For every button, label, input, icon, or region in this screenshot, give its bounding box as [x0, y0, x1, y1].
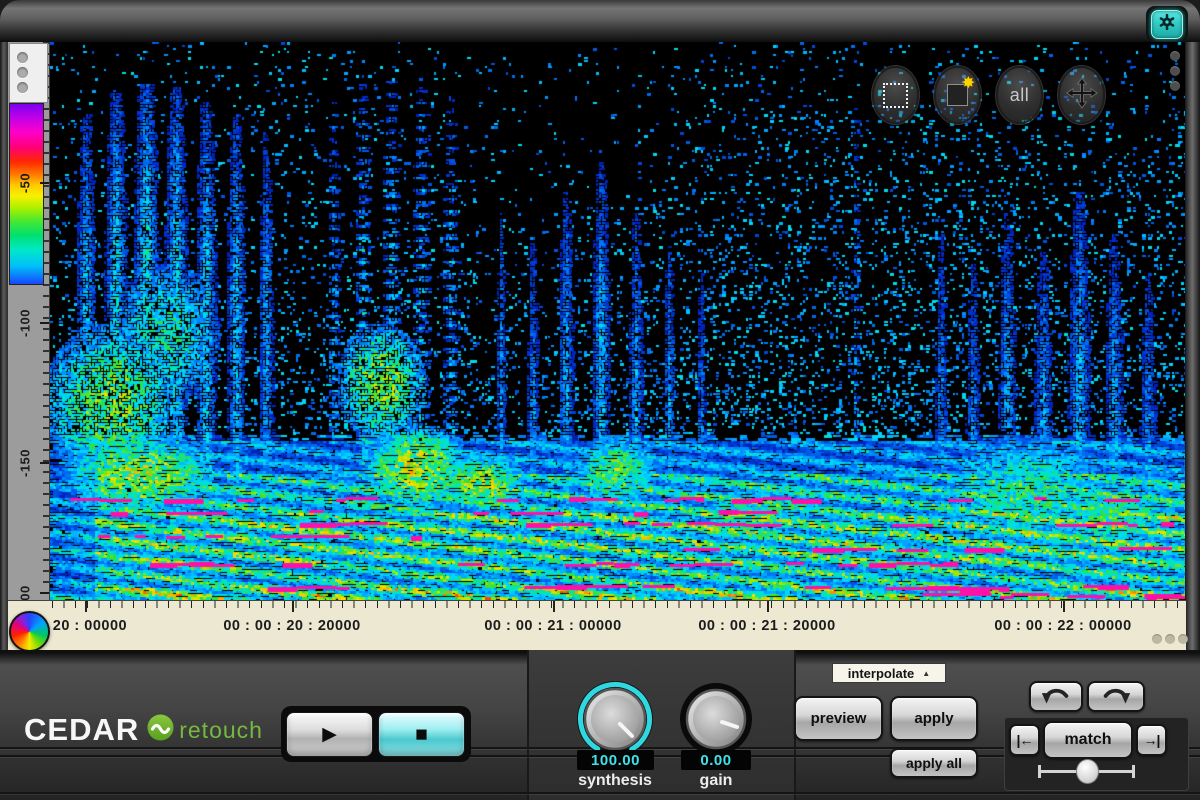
- time-axis-ticks: [52, 601, 1186, 608]
- ruler-drag-dots[interactable]: [17, 52, 28, 93]
- play-icon: ▶: [322, 725, 337, 744]
- match-button[interactable]: match: [1043, 721, 1133, 759]
- stop-icon: ■: [415, 724, 428, 745]
- previous-marker-button[interactable]: |←: [1009, 724, 1040, 756]
- time-label: 00 : 00 : 22 : 00000: [994, 618, 1131, 634]
- match-slider-thumb[interactable]: [1076, 759, 1099, 784]
- color-wheel[interactable]: [9, 611, 50, 652]
- brand-product: retouch: [179, 717, 263, 744]
- redo-button[interactable]: [1087, 681, 1145, 712]
- time-label: 00 : 00 : 20 : 20000: [223, 618, 360, 634]
- move-cross-icon: [1066, 77, 1098, 114]
- db-major-tick: [40, 322, 49, 324]
- right-frame: [1186, 42, 1200, 652]
- time-major-tick: [1063, 601, 1065, 612]
- triangle-up-icon: ▲: [922, 669, 930, 678]
- gear-icon: [1157, 12, 1177, 37]
- dotted-square-icon: [883, 83, 908, 108]
- undo-button[interactable]: [1029, 681, 1083, 712]
- time-strip-drag-dots[interactable]: [1152, 634, 1188, 644]
- knob-panel: [527, 650, 796, 800]
- time-major-tick: [767, 601, 769, 612]
- gain-value[interactable]: 0.00: [681, 750, 751, 770]
- settings-button[interactable]: [1151, 10, 1183, 39]
- dot: [1178, 634, 1188, 644]
- brand-logo: CEDAR retouch: [24, 712, 263, 748]
- dot: [1170, 51, 1180, 61]
- dot: [1170, 81, 1180, 91]
- copy-patch-button[interactable]: ✸: [934, 66, 981, 124]
- spectrogram-canvas[interactable]: [50, 42, 1185, 600]
- preview-button[interactable]: preview: [794, 696, 883, 741]
- dot: [1152, 634, 1162, 644]
- cedar-logo-icon: [147, 714, 174, 746]
- app-window: -50 -100 -150 00 ✸ all : 20 : 00000 00 : 00 …: [0, 0, 1200, 800]
- stop-button[interactable]: ■: [378, 712, 465, 757]
- undo-arrow-icon: [1039, 683, 1073, 711]
- interpolate-dropdown[interactable]: interpolate ▲: [832, 663, 946, 683]
- time-axis: : 20 : 00000 00 : 00 : 20 : 20000 00 : 00 …: [8, 600, 1186, 652]
- db-label: -100: [18, 309, 33, 337]
- db-major-tick: [40, 592, 49, 594]
- gain-label: gain: [700, 772, 733, 790]
- spectrogram-drag-dots[interactable]: [1170, 51, 1180, 91]
- db-label: 00: [18, 585, 33, 600]
- transport-group: ▶ ■: [281, 706, 471, 762]
- next-marker-button[interactable]: →|: [1136, 724, 1167, 756]
- title-bar: [0, 0, 1200, 42]
- db-ruler: -50 -100 -150 00: [8, 42, 50, 600]
- dot: [1165, 634, 1175, 644]
- db-label: -150: [18, 449, 33, 477]
- select-all-button[interactable]: all: [996, 66, 1043, 124]
- apply-all-button[interactable]: apply all: [890, 748, 978, 778]
- dot: [17, 82, 28, 93]
- brand-name: CEDAR: [24, 712, 139, 748]
- pan-button[interactable]: [1058, 66, 1105, 124]
- time-label: 00 : 00 : 21 : 00000: [484, 618, 621, 634]
- time-major-tick: [85, 601, 87, 612]
- synthesis-value[interactable]: 100.00: [577, 750, 654, 770]
- db-label: -50: [18, 173, 33, 193]
- dot: [17, 67, 28, 78]
- synthesis-label: synthesis: [578, 772, 652, 790]
- dot: [17, 52, 28, 63]
- time-label: 00 : 00 : 21 : 20000: [698, 618, 835, 634]
- apply-button[interactable]: apply: [890, 696, 978, 741]
- interpolate-label: interpolate: [848, 666, 914, 681]
- redo-arrow-icon: [1099, 683, 1133, 711]
- square-star-icon: ✸: [947, 84, 968, 106]
- select-all-label: all: [1010, 85, 1030, 106]
- time-major-tick: [292, 601, 294, 612]
- marquee-select-button[interactable]: [872, 66, 919, 124]
- star-icon: ✸: [962, 76, 975, 92]
- ruler-handle-panel[interactable]: [9, 43, 48, 103]
- dot: [1170, 66, 1180, 76]
- time-label: : 20 : 00000: [43, 618, 127, 634]
- db-colorbar: [9, 103, 44, 285]
- db-major-tick: [40, 462, 49, 464]
- time-major-tick: [553, 601, 555, 612]
- db-major-tick: [40, 182, 49, 184]
- groove-line: [0, 792, 1200, 794]
- settings-button-backing: [1146, 6, 1188, 42]
- play-button[interactable]: ▶: [286, 712, 373, 757]
- left-frame: [0, 42, 8, 652]
